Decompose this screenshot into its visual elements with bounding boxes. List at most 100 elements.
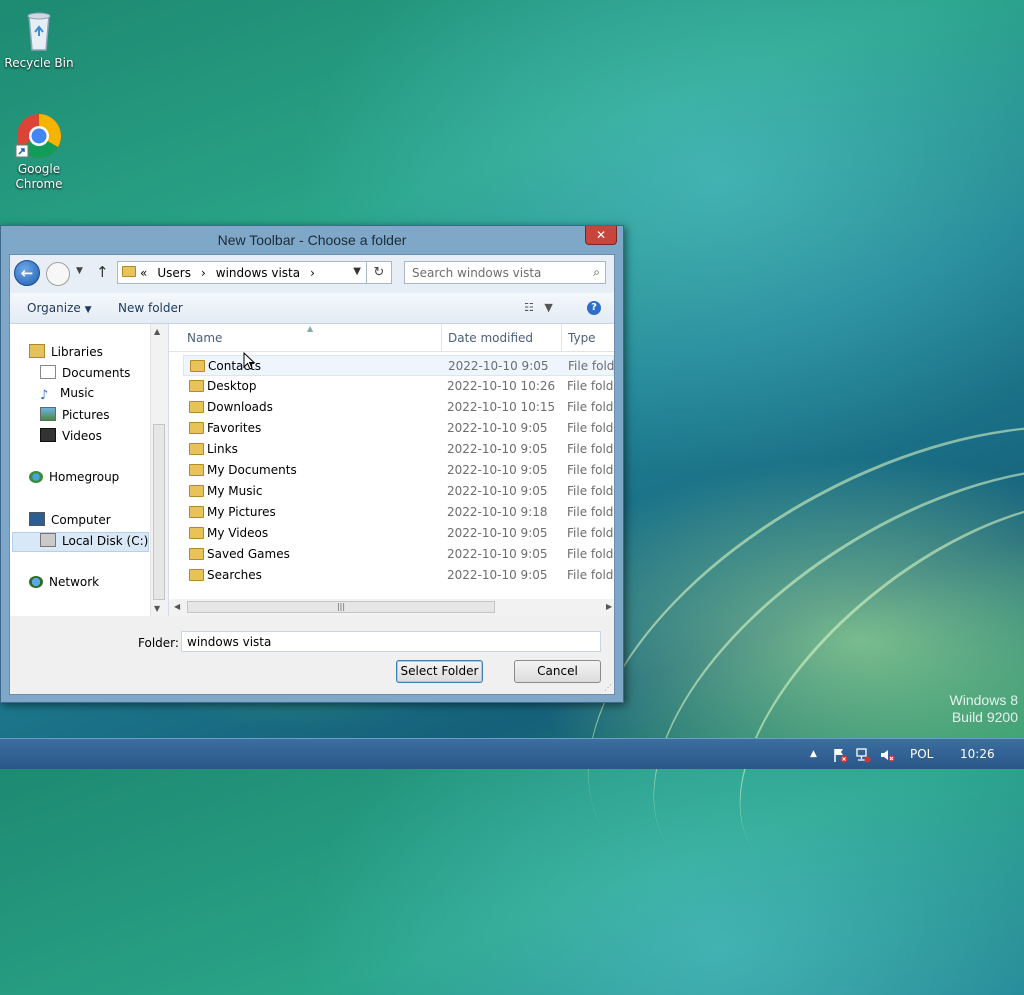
nav-pane-scrollbar[interactable]: ▲ ▼ xyxy=(150,324,168,616)
os-watermark: Windows 8 Build 9200 xyxy=(950,692,1018,726)
file-row[interactable]: Desktop 2022-10-10 10:26 File folder xyxy=(183,376,614,397)
organize-menu[interactable]: Organize ▼ xyxy=(27,301,92,315)
file-row[interactable]: My Videos 2022-10-10 9:05 File folder xyxy=(183,523,614,544)
file-row[interactable]: Links 2022-10-10 9:05 File folder xyxy=(183,439,614,460)
select-folder-button[interactable]: Select Folder xyxy=(396,660,483,683)
scroll-right-icon[interactable]: ▶ xyxy=(606,602,612,611)
scroll-down-icon[interactable]: ▼ xyxy=(154,604,160,613)
nav-item-videos[interactable]: Videos xyxy=(40,428,102,443)
search-input[interactable] xyxy=(405,262,590,283)
file-row[interactable]: Searches 2022-10-10 9:05 File folder xyxy=(183,565,614,586)
file-name: Desktop xyxy=(207,379,257,393)
view-options-icon[interactable]: ☷ ▼ xyxy=(524,301,553,314)
libraries-icon xyxy=(29,344,45,358)
breadcrumb-item-users[interactable]: Users xyxy=(157,266,191,280)
folder-icon xyxy=(189,464,204,476)
file-date-modified: 2022-10-10 10:15 xyxy=(447,400,556,414)
help-icon[interactable]: ? xyxy=(587,301,601,315)
file-type: File folder xyxy=(567,547,614,561)
music-note-icon: ♪ xyxy=(40,388,49,403)
nav-item-label: Local Disk (C:) xyxy=(62,534,149,548)
recent-locations-chevron-down-icon[interactable]: ▼ xyxy=(76,266,83,276)
nav-item-label: Videos xyxy=(62,429,102,443)
action-center-flag-icon[interactable] xyxy=(832,747,848,766)
nav-item-pictures[interactable]: Pictures xyxy=(40,407,110,422)
desktop-icon-recycle-bin[interactable]: Recycle Bin xyxy=(1,6,77,70)
folder-icon xyxy=(189,548,204,560)
clock[interactable]: 10:26 xyxy=(960,747,995,761)
volume-muted-icon[interactable] xyxy=(879,747,895,766)
file-name: Downloads xyxy=(207,400,273,414)
pictures-icon xyxy=(40,407,56,421)
file-date-modified: 2022-10-10 9:05 xyxy=(447,526,548,540)
up-arrow-icon[interactable]: ↑ xyxy=(96,263,109,281)
folder-icon xyxy=(189,401,204,413)
nav-item-network[interactable]: Network xyxy=(29,575,99,589)
organize-label: Organize xyxy=(27,301,81,315)
folder-icon xyxy=(189,380,204,392)
input-language-indicator[interactable]: POL xyxy=(910,747,933,761)
nav-item-homegroup[interactable]: Homegroup xyxy=(29,470,119,484)
file-name: My Documents xyxy=(207,463,297,477)
file-date-modified: 2022-10-10 9:18 xyxy=(447,505,548,519)
file-pane-horizontal-scrollbar[interactable]: ◀ ||| ▶ xyxy=(169,599,614,616)
column-header-date[interactable]: Date modified xyxy=(448,331,533,345)
hard-drive-icon xyxy=(40,533,56,547)
nav-item-label: Music xyxy=(60,386,95,400)
file-row[interactable]: My Pictures 2022-10-10 9:18 File folder xyxy=(183,502,614,523)
column-header-name[interactable]: Name xyxy=(187,331,222,345)
file-row[interactable]: My Documents 2022-10-10 9:05 File folder xyxy=(183,460,614,481)
breadcrumb-separator-icon[interactable]: › xyxy=(201,266,206,280)
desktop-icon-google-chrome[interactable]: Google Chrome xyxy=(1,112,77,192)
file-row[interactable]: Saved Games 2022-10-10 9:05 File folder xyxy=(183,544,614,565)
nav-item-documents[interactable]: Documents xyxy=(40,365,130,380)
scrollbar-thumb[interactable]: ||| xyxy=(187,601,495,613)
address-bar[interactable]: « Users › windows vista › ▼ ↻ xyxy=(117,261,392,284)
scroll-left-icon[interactable]: ◀ xyxy=(174,602,180,611)
arrow-left-icon: ← xyxy=(20,264,34,282)
taskbar: ▲ POL 10:26 xyxy=(0,738,1024,769)
show-hidden-icons-chevron-up-icon[interactable]: ▲ xyxy=(810,749,817,759)
file-type: File folder xyxy=(567,484,614,498)
column-header-type[interactable]: Type xyxy=(568,331,596,345)
breadcrumb-overflow[interactable]: « xyxy=(140,266,147,280)
scrollbar-thumb[interactable] xyxy=(153,424,165,600)
watermark-line-1: Windows 8 xyxy=(949,692,1018,708)
desktop-icon-label: Recycle Bin xyxy=(4,56,74,70)
network-status-icon[interactable] xyxy=(855,747,871,766)
breadcrumb-separator-icon[interactable]: › xyxy=(310,266,315,280)
file-name: Searches xyxy=(207,568,262,582)
breadcrumb-item-current[interactable]: windows vista xyxy=(216,266,300,280)
file-type: File folder xyxy=(567,463,614,477)
file-row[interactable]: Favorites 2022-10-10 9:05 File folder xyxy=(183,418,614,439)
nav-item-local-disk[interactable]: Local Disk (C:) xyxy=(40,533,148,548)
file-row[interactable]: Downloads 2022-10-10 10:15 File folder xyxy=(183,397,614,418)
address-dropdown-chevron-down-icon[interactable]: ▼ xyxy=(353,266,361,277)
close-button[interactable]: ✕ xyxy=(585,226,617,245)
file-name: Saved Games xyxy=(207,547,290,561)
file-row[interactable]: My Music 2022-10-10 9:05 File folder xyxy=(183,481,614,502)
file-name: Links xyxy=(207,442,238,456)
cancel-button[interactable]: Cancel xyxy=(514,660,601,683)
nav-item-computer[interactable]: Computer xyxy=(29,512,111,527)
forward-button[interactable] xyxy=(46,262,70,286)
file-type: File folder xyxy=(568,359,614,373)
resize-grip-icon[interactable]: ⋰ xyxy=(604,683,612,692)
scroll-up-icon[interactable]: ▲ xyxy=(154,327,160,336)
nav-item-music[interactable]: ♪ Music xyxy=(40,386,94,402)
folder-icon xyxy=(189,527,204,539)
chevron-down-icon: ▼ xyxy=(84,305,92,315)
file-type: File folder xyxy=(567,568,614,582)
refresh-icon[interactable]: ↻ xyxy=(366,262,391,283)
back-button[interactable]: ← xyxy=(14,260,40,286)
column-divider[interactable] xyxy=(441,324,442,351)
folder-name-field[interactable] xyxy=(181,631,601,652)
recycle-bin-icon xyxy=(15,6,63,54)
choose-folder-dialog: New Toolbar - Choose a folder ✕ ← ▼ ↑ « U… xyxy=(0,225,624,703)
network-icon xyxy=(29,576,43,588)
new-folder-button[interactable]: New folder xyxy=(118,301,183,315)
nav-item-libraries[interactable]: Libraries xyxy=(29,344,103,359)
column-divider[interactable] xyxy=(561,324,562,351)
navigation-bar: ← ▼ ↑ « Users › windows vista › ▼ ↻ ⌕ xyxy=(10,255,614,293)
search-icon[interactable]: ⌕ xyxy=(593,265,600,280)
